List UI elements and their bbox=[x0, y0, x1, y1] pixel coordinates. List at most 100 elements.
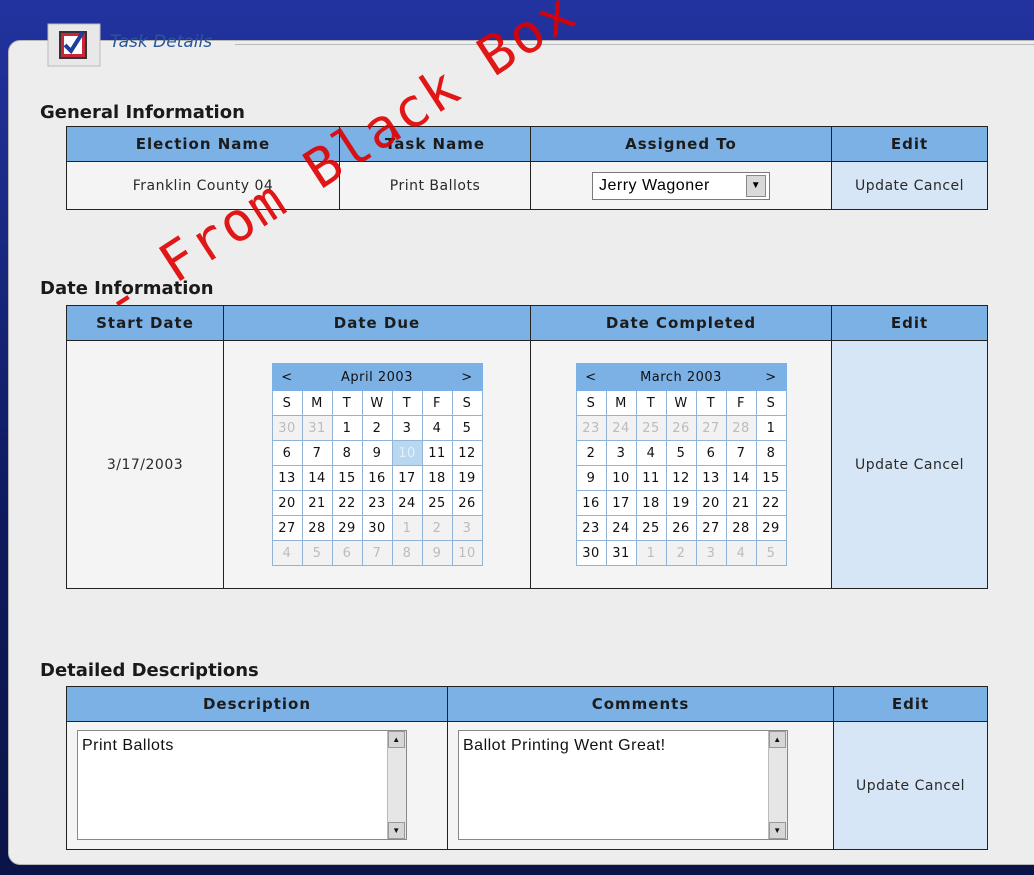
scroll-down-icon[interactable]: ▼ bbox=[769, 822, 786, 839]
calendar-day[interactable]: 19 bbox=[665, 490, 697, 516]
calendar-day[interactable]: 3 bbox=[451, 515, 483, 541]
calendar-day[interactable]: 3 bbox=[695, 540, 727, 566]
calendar-day[interactable]: 10 bbox=[391, 440, 423, 466]
calendar-day[interactable]: 4 bbox=[271, 540, 303, 566]
calendar-day[interactable]: 27 bbox=[695, 415, 727, 441]
calendar-day[interactable]: 18 bbox=[421, 465, 453, 491]
calendar-day[interactable]: 24 bbox=[605, 515, 637, 541]
prev-month-button[interactable]: < bbox=[271, 363, 303, 391]
calendar-day[interactable]: 13 bbox=[695, 465, 727, 491]
calendar-day[interactable]: 8 bbox=[331, 440, 363, 466]
calendar-day[interactable]: 23 bbox=[575, 415, 607, 441]
calendar-day[interactable]: 5 bbox=[451, 415, 483, 441]
cancel-link[interactable]: Cancel bbox=[915, 778, 965, 794]
scroll-up-icon[interactable]: ▲ bbox=[388, 731, 405, 748]
calendar-day[interactable]: 9 bbox=[575, 465, 607, 491]
calendar-day[interactable]: 26 bbox=[665, 415, 697, 441]
calendar-day[interactable]: 24 bbox=[391, 490, 423, 516]
calendar-day[interactable]: 8 bbox=[391, 540, 423, 566]
calendar-day[interactable]: 26 bbox=[451, 490, 483, 516]
calendar-day[interactable]: 6 bbox=[271, 440, 303, 466]
calendar-day[interactable]: 29 bbox=[755, 515, 787, 541]
calendar-day[interactable]: 28 bbox=[725, 515, 757, 541]
calendar-day[interactable]: 17 bbox=[605, 490, 637, 516]
comments-textarea[interactable]: Ballot Printing Went Great! ▲ ▼ bbox=[458, 730, 788, 840]
calendar-day[interactable]: 7 bbox=[725, 440, 757, 466]
calendar-day[interactable]: 16 bbox=[361, 465, 393, 491]
calendar-day[interactable]: 22 bbox=[755, 490, 787, 516]
calendar-day[interactable]: 21 bbox=[301, 490, 333, 516]
update-link[interactable]: Update bbox=[855, 178, 909, 194]
calendar-day[interactable]: 24 bbox=[605, 415, 637, 441]
calendar-day[interactable]: 31 bbox=[605, 540, 637, 566]
calendar-day[interactable]: 9 bbox=[421, 540, 453, 566]
calendar-day[interactable]: 22 bbox=[331, 490, 363, 516]
calendar-day[interactable]: 18 bbox=[635, 490, 667, 516]
calendar-day[interactable]: 5 bbox=[301, 540, 333, 566]
calendar-day[interactable]: 11 bbox=[421, 440, 453, 466]
calendar-day[interactable]: 20 bbox=[271, 490, 303, 516]
calendar-day[interactable]: 28 bbox=[725, 415, 757, 441]
calendar-day[interactable]: 28 bbox=[301, 515, 333, 541]
calendar-day[interactable]: 26 bbox=[665, 515, 697, 541]
calendar-day[interactable]: 2 bbox=[575, 440, 607, 466]
update-link[interactable]: Update bbox=[855, 457, 909, 473]
next-month-button[interactable]: > bbox=[755, 363, 787, 391]
description-textarea[interactable]: Print Ballots ▲ ▼ bbox=[77, 730, 407, 840]
update-link[interactable]: Update bbox=[856, 778, 910, 794]
calendar-day[interactable]: 7 bbox=[361, 540, 393, 566]
next-month-button[interactable]: > bbox=[451, 363, 483, 391]
prev-month-button[interactable]: < bbox=[575, 363, 607, 391]
calendar-day[interactable]: 14 bbox=[725, 465, 757, 491]
scroll-up-icon[interactable]: ▲ bbox=[769, 731, 786, 748]
calendar-day[interactable]: 4 bbox=[725, 540, 757, 566]
calendar-day[interactable]: 6 bbox=[331, 540, 363, 566]
cancel-link[interactable]: Cancel bbox=[914, 457, 964, 473]
calendar-day[interactable]: 4 bbox=[421, 415, 453, 441]
calendar-day[interactable]: 27 bbox=[695, 515, 727, 541]
calendar-day[interactable]: 1 bbox=[391, 515, 423, 541]
dropdown-arrow-icon[interactable]: ▼ bbox=[746, 174, 766, 197]
calendar-day[interactable]: 2 bbox=[421, 515, 453, 541]
calendar-day[interactable]: 4 bbox=[635, 440, 667, 466]
calendar-day[interactable]: 15 bbox=[755, 465, 787, 491]
description-scrollbar[interactable]: ▲ ▼ bbox=[387, 731, 406, 839]
calendar-day[interactable]: 25 bbox=[421, 490, 453, 516]
calendar-day[interactable]: 9 bbox=[361, 440, 393, 466]
calendar-day[interactable]: 17 bbox=[391, 465, 423, 491]
calendar-day[interactable]: 25 bbox=[635, 515, 667, 541]
calendar-day[interactable]: 23 bbox=[361, 490, 393, 516]
comments-scrollbar[interactable]: ▲ ▼ bbox=[768, 731, 787, 839]
calendar-day[interactable]: 1 bbox=[635, 540, 667, 566]
calendar-day[interactable]: 12 bbox=[451, 440, 483, 466]
calendar-day[interactable]: 30 bbox=[575, 540, 607, 566]
calendar-day[interactable]: 25 bbox=[635, 415, 667, 441]
calendar-day[interactable]: 6 bbox=[695, 440, 727, 466]
calendar-day[interactable]: 11 bbox=[635, 465, 667, 491]
calendar-day[interactable]: 31 bbox=[301, 415, 333, 441]
calendar-day[interactable]: 7 bbox=[301, 440, 333, 466]
calendar-day[interactable]: 13 bbox=[271, 465, 303, 491]
assigned-to-select[interactable]: Jerry Wagoner ▼ bbox=[592, 171, 770, 200]
calendar-day[interactable]: 30 bbox=[271, 415, 303, 441]
calendar-day[interactable]: 19 bbox=[451, 465, 483, 491]
calendar-day[interactable]: 3 bbox=[391, 415, 423, 441]
calendar-day[interactable]: 8 bbox=[755, 440, 787, 466]
calendar-day[interactable]: 29 bbox=[331, 515, 363, 541]
calendar-day[interactable]: 1 bbox=[755, 415, 787, 441]
calendar-day[interactable]: 30 bbox=[361, 515, 393, 541]
calendar-day[interactable]: 5 bbox=[665, 440, 697, 466]
calendar-day[interactable]: 1 bbox=[331, 415, 363, 441]
calendar-day[interactable]: 5 bbox=[755, 540, 787, 566]
calendar-day[interactable]: 27 bbox=[271, 515, 303, 541]
cancel-link[interactable]: Cancel bbox=[914, 178, 964, 194]
calendar-day[interactable]: 21 bbox=[725, 490, 757, 516]
calendar-day[interactable]: 2 bbox=[665, 540, 697, 566]
calendar-day[interactable]: 20 bbox=[695, 490, 727, 516]
calendar-day[interactable]: 2 bbox=[361, 415, 393, 441]
calendar-day[interactable]: 16 bbox=[575, 490, 607, 516]
calendar-day[interactable]: 10 bbox=[451, 540, 483, 566]
scroll-down-icon[interactable]: ▼ bbox=[388, 822, 405, 839]
calendar-day[interactable]: 14 bbox=[301, 465, 333, 491]
calendar-day[interactable]: 3 bbox=[605, 440, 637, 466]
